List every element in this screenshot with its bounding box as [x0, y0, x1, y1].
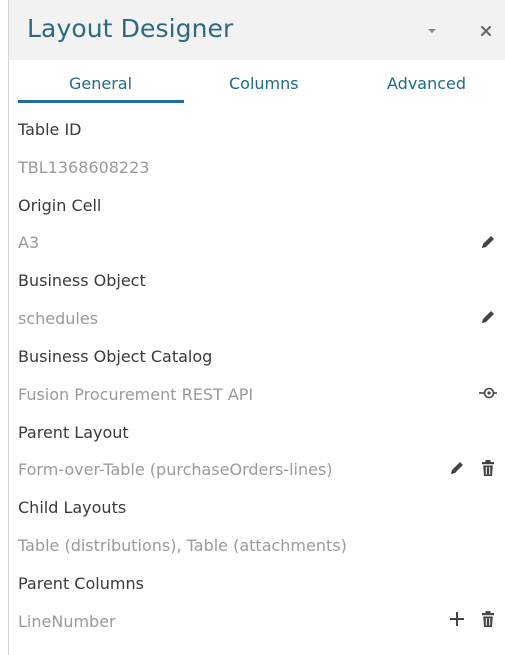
active-tab-indicator — [18, 100, 184, 103]
chevron-down-icon — [426, 27, 438, 35]
layout-designer-panel: Layout Designer General Columns Advanced… — [0, 0, 505, 655]
pencil-icon — [479, 233, 497, 251]
table-id-label: Table ID — [18, 120, 82, 139]
parent-layout-label: Parent Layout — [18, 423, 129, 442]
parent-columns-label: Parent Columns — [18, 574, 144, 593]
business-object-value: schedules — [18, 309, 99, 328]
plus-icon — [448, 610, 466, 628]
business-object-label: Business Object — [18, 271, 146, 290]
edit-parent-layout-button[interactable] — [445, 456, 469, 480]
panel-titlebar: Layout Designer — [9, 0, 505, 60]
trash-icon — [480, 610, 496, 628]
table-id-value: TBL1368608223 — [18, 158, 150, 177]
pencil-icon — [479, 308, 497, 326]
business-object-catalog-value: Fusion Procurement REST API — [18, 385, 254, 404]
tab-advanced[interactable]: Advanced — [387, 74, 466, 93]
child-layouts-value: Table (distributions), Table (attachment… — [18, 536, 347, 555]
origin-cell-label: Origin Cell — [18, 196, 102, 215]
panel-menu-button[interactable] — [421, 20, 443, 42]
connection-icon — [478, 384, 498, 402]
edit-origin-cell-button[interactable] — [476, 230, 500, 254]
tab-bar: General Columns Advanced — [9, 60, 505, 106]
pencil-icon — [448, 459, 466, 477]
close-icon — [480, 25, 492, 37]
catalog-connection-button[interactable] — [476, 381, 500, 405]
parent-columns-value: LineNumber — [18, 612, 116, 631]
add-parent-column-button[interactable] — [445, 607, 469, 631]
origin-cell-value: A3 — [18, 233, 40, 252]
tab-general[interactable]: General — [69, 74, 132, 93]
panel-close-button[interactable] — [475, 20, 497, 42]
delete-parent-column-button[interactable] — [476, 607, 500, 631]
parent-layout-value: Form-over-Table (purchaseOrders-lines) — [18, 460, 333, 479]
business-object-catalog-label: Business Object Catalog — [18, 347, 213, 366]
panel-title: Layout Designer — [27, 14, 234, 43]
tab-columns[interactable]: Columns — [229, 74, 299, 93]
delete-parent-layout-button[interactable] — [476, 456, 500, 480]
trash-icon — [480, 459, 496, 477]
edit-business-object-button[interactable] — [476, 305, 500, 329]
child-layouts-label: Child Layouts — [18, 498, 127, 517]
